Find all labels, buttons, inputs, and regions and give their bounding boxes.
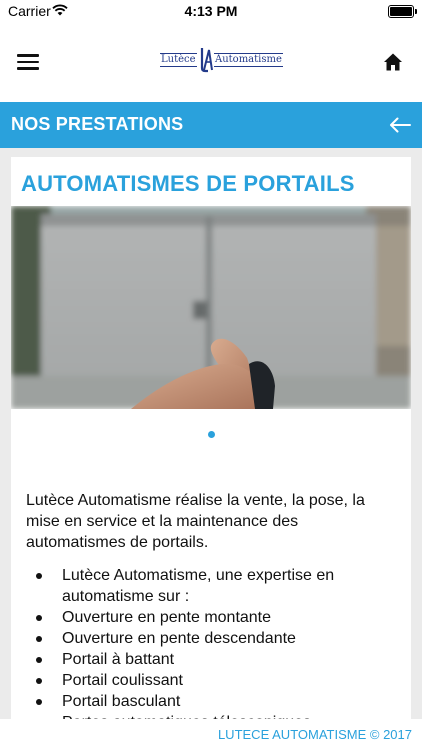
list-item: Lutèce Automatisme, une expertise en aut… bbox=[26, 565, 401, 607]
list-item: Portail coulissant bbox=[26, 670, 401, 691]
brand-logo: Lutèce Automatisme bbox=[160, 48, 283, 74]
app-header: Lutèce Automatisme bbox=[0, 22, 422, 102]
section-header: NOS PRESTATIONS bbox=[0, 102, 422, 148]
logo-text-right: Automatisme bbox=[214, 53, 283, 67]
carousel-dot[interactable] bbox=[208, 431, 215, 438]
logo-text-left: Lutèce bbox=[160, 53, 197, 67]
gate-remote-photo[interactable] bbox=[11, 206, 411, 409]
card-title: AUTOMATISMES DE PORTAILS bbox=[21, 171, 355, 196]
logo-mark-icon bbox=[200, 48, 213, 73]
section-title: NOS PRESTATIONS bbox=[11, 114, 184, 134]
clock-time: 4:13 PM bbox=[184, 3, 238, 19]
home-icon[interactable] bbox=[383, 52, 403, 72]
list-item: Ouverture en pente montante bbox=[26, 607, 401, 628]
footer: LUTECE AUTOMATISME © 2017 bbox=[0, 719, 422, 750]
feature-list: Lutèce Automatisme, une expertise en aut… bbox=[26, 565, 401, 733]
intro-paragraph: Lutèce Automatisme réalise la vente, la … bbox=[26, 492, 365, 551]
status-bar: Carrier 4:13 PM bbox=[0, 0, 422, 22]
list-item: Portail basculant bbox=[26, 691, 401, 712]
menu-icon[interactable] bbox=[17, 53, 39, 71]
footer-copyright: LUTECE AUTOMATISME © 2017 bbox=[217, 727, 412, 742]
list-item: Ouverture en pente descendante bbox=[26, 628, 401, 649]
content-card: AUTOMATISMES DE PORTAILS Lutèce Automati… bbox=[11, 157, 411, 750]
back-arrow-icon[interactable] bbox=[388, 113, 412, 137]
list-item: Portail à battant bbox=[26, 649, 401, 670]
battery-icon bbox=[388, 5, 417, 18]
